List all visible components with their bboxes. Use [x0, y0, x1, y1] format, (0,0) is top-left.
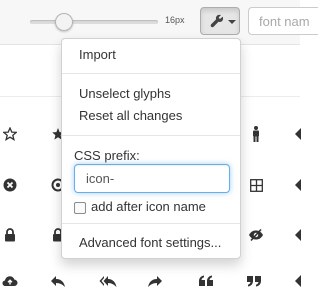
menu-divider — [62, 135, 240, 136]
font-name-input[interactable] — [248, 7, 318, 35]
advanced-font-settings-menu-item[interactable]: Advanced font settings... — [62, 233, 240, 253]
menu-divider — [62, 73, 240, 74]
css-prefix-input[interactable] — [74, 164, 230, 193]
tools-dropdown-menu: Import Unselect glyphs Reset all changes… — [61, 38, 241, 259]
star-outline-icon[interactable] — [0, 124, 20, 144]
add-after-label[interactable]: add after icon name — [91, 199, 206, 214]
add-after-checkbox[interactable] — [74, 202, 86, 214]
quote-left-icon[interactable] — [196, 271, 216, 291]
import-menu-item[interactable]: Import — [62, 45, 240, 65]
arrow-icon[interactable] — [290, 225, 310, 245]
male-icon[interactable] — [246, 124, 266, 144]
quote-right-icon[interactable] — [244, 271, 264, 291]
arrow-icon[interactable] — [290, 124, 310, 144]
share-icon[interactable] — [145, 271, 165, 291]
css-prefix-label: CSS prefix: — [74, 148, 140, 163]
remove-sign-icon[interactable] — [0, 175, 20, 195]
font-size-slider[interactable] — [30, 13, 158, 31]
arrow-icon[interactable] — [290, 175, 310, 195]
cloud-upload-icon[interactable] — [0, 271, 20, 291]
tools-dropdown-button[interactable] — [200, 7, 240, 35]
font-size-slider-handle[interactable] — [55, 13, 73, 31]
reset-changes-menu-item[interactable]: Reset all changes — [62, 106, 240, 126]
grid-icon[interactable] — [246, 175, 266, 195]
reply-all-icon[interactable] — [98, 271, 118, 291]
unselect-glyphs-menu-item[interactable]: Unselect glyphs — [62, 84, 240, 104]
lock-icon[interactable] — [0, 225, 20, 245]
menu-divider — [62, 223, 240, 224]
arrow-icon[interactable] — [290, 271, 310, 291]
font-size-label: 16px — [165, 15, 185, 25]
reply-icon[interactable] — [48, 271, 68, 291]
wrench-icon — [210, 14, 224, 33]
eye-slash-icon[interactable] — [246, 225, 266, 245]
chevron-down-icon — [228, 20, 236, 24]
